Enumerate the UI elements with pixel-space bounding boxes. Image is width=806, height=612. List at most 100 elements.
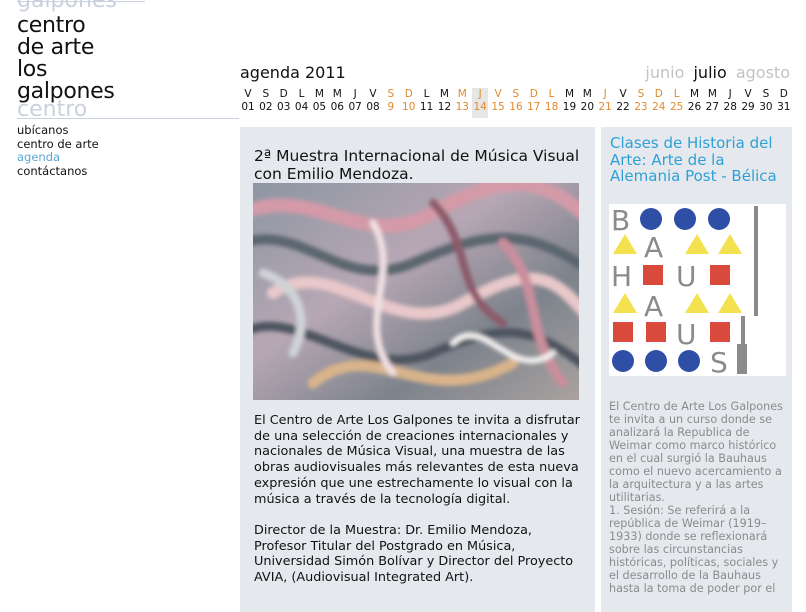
calendar-weekday-label: M [314,88,324,100]
poster-letter: A [644,231,663,264]
calendar-day-number: 25 [669,101,684,113]
bauhaus-poster-image: B A H U A U S [609,204,786,379]
nav-item-ubicanos[interactable]: ubícanos [17,123,99,138]
nav-item-agenda[interactable]: agenda [17,150,99,165]
calendar-day-number: 24 [652,101,666,113]
calendar-weekday-label: S [637,88,645,100]
calendar-day-9[interactable]: S9 [383,88,399,118]
calendar-day-22[interactable]: V 22 [615,88,631,118]
poster-letter: U [676,318,697,351]
calendar-day-number: 01 [241,101,255,113]
calendar-day-30[interactable]: S 30 [758,88,774,118]
month-next-link[interactable]: agosto [736,63,790,82]
calendar-day-11[interactable]: L 11 [419,88,435,118]
calendar-weekday-label: M [457,88,467,100]
calendar-weekday-label: J [478,88,482,100]
calendar-weekday-label: L [673,88,680,100]
calendar-day-number: 06 [330,101,344,113]
calendar-weekday-label: V [744,88,752,100]
calendar-day-20[interactable]: M 20 [579,88,595,118]
side-event-description: El Centro de Arte Los Galpones te invita… [609,400,787,595]
side-paragraph: El Centro de Arte Los Galpones te invita… [609,400,783,504]
calendar-day-number: 14 [473,101,487,113]
event-paragraph: El Centro de Arte Los Galpones te invita… [254,413,580,507]
calendar-day-number: 23 [634,101,648,113]
calendar-day-25[interactable]: L 25 [669,88,685,118]
calendar-day-number: 21 [598,101,612,113]
logo-line: los [17,57,48,82]
calendar-day-16[interactable]: S 16 [508,88,524,118]
calendar-day-15[interactable]: V 15 [490,88,506,118]
logo-line: centro [17,13,86,38]
divider [17,118,239,119]
calendar-day-number: 08 [366,101,380,113]
calendar-day-number: 11 [419,101,434,113]
calendar-weekday-label: M [439,88,449,100]
calendar-weekday-label: D [279,88,288,100]
calendar-day-8[interactable]: V 08 [365,88,381,118]
calendar-weekday-label: D [779,88,788,100]
calendar-weekday-label: J [353,88,357,100]
calendar-weekday-label: D [654,88,663,100]
calendar-day-number: 15 [491,101,505,113]
calendar-day-14[interactable]: J 14 [472,88,489,118]
calendar-day-17[interactable]: D 17 [526,88,542,118]
calendar-day-26[interactable]: M 26 [686,88,702,118]
logo-line: de arte [17,35,95,60]
calendar-day-number: 17 [527,101,541,113]
nav-item-contactanos[interactable]: contáctanos [17,164,99,179]
calendar-day-number: 9 [387,101,395,113]
calendar-day-number: 03 [277,101,291,113]
side-event-title-link[interactable]: Clases de Historia del Arte: Arte de la … [610,135,790,185]
calendar-day-number: 28 [723,101,737,113]
calendar-day-number: 26 [687,101,702,113]
calendar-weekday-label: D [529,88,538,100]
month-current: julio [693,63,727,82]
calendar-day-28[interactable]: J 28 [722,88,738,118]
calendar-day-19[interactable]: M 19 [561,88,577,118]
calendar-day-29[interactable]: V 29 [740,88,756,118]
calendar-day-27[interactable]: M 27 [704,88,720,118]
calendar-day-3[interactable]: D 03 [276,88,292,118]
calendar-day-number: 30 [759,101,773,113]
calendar-day-2[interactable]: S 02 [258,88,274,118]
month-selector: junio julio agosto [641,63,790,82]
calendar-day-4[interactable]: L 04 [294,88,310,118]
calendar-weekday-label: V [369,88,377,100]
calendar-day-12[interactable]: M 12 [436,88,452,118]
calendar-day-18[interactable]: L 18 [544,88,560,118]
calendar-strip: V 01 S 02 D 03 L 04 M 05 M 06 J 07 V 08 S 9 D 10 L 11 M 12 M 13 J 1… [240,88,792,118]
calendar-weekday-label: L [548,88,555,100]
event-card: 2ª Muestra Internacional de Música Visua… [240,127,595,612]
calendar-day-number: 05 [312,101,327,113]
event-image [253,183,579,400]
calendar-weekday-label: V [619,88,627,100]
calendar-day-number: 29 [741,101,755,113]
event-description: El Centro de Arte Los Galpones te invita… [254,413,584,601]
calendar-day-number: 31 [777,101,791,113]
month-prev-link[interactable]: junio [645,63,684,82]
calendar-day-number: 02 [259,101,273,113]
calendar-day-24[interactable]: D 24 [651,88,667,118]
calendar-weekday-label: J [728,88,732,100]
calendar-day-21[interactable]: J 21 [597,88,613,118]
calendar-day-7[interactable]: J 07 [347,88,363,118]
poster-letter: U [676,260,697,293]
calendar-day-13[interactable]: M 13 [454,88,470,118]
calendar-weekday-label: L [298,88,305,100]
nav-item-centro-de-arte[interactable]: centro de arte [17,137,99,152]
calendar-weekday-label: J [603,88,607,100]
calendar-day-1[interactable]: V 01 [240,88,256,118]
calendar-weekday-label: D [404,88,413,100]
calendar-day-31[interactable]: D 31 [776,88,792,118]
poster-letter: B [611,204,630,237]
calendar-day-23[interactable]: S 23 [633,88,649,118]
agenda-title: agenda 2011 [240,63,346,82]
calendar-day-5[interactable]: M 05 [311,88,327,118]
calendar-day-number: 04 [294,101,309,113]
calendar-day-number: 12 [437,101,452,113]
calendar-day-10[interactable]: D 10 [401,88,417,118]
calendar-weekday-label: S [387,88,395,100]
calendar-day-number: 18 [544,101,559,113]
calendar-day-6[interactable]: M 06 [329,88,345,118]
